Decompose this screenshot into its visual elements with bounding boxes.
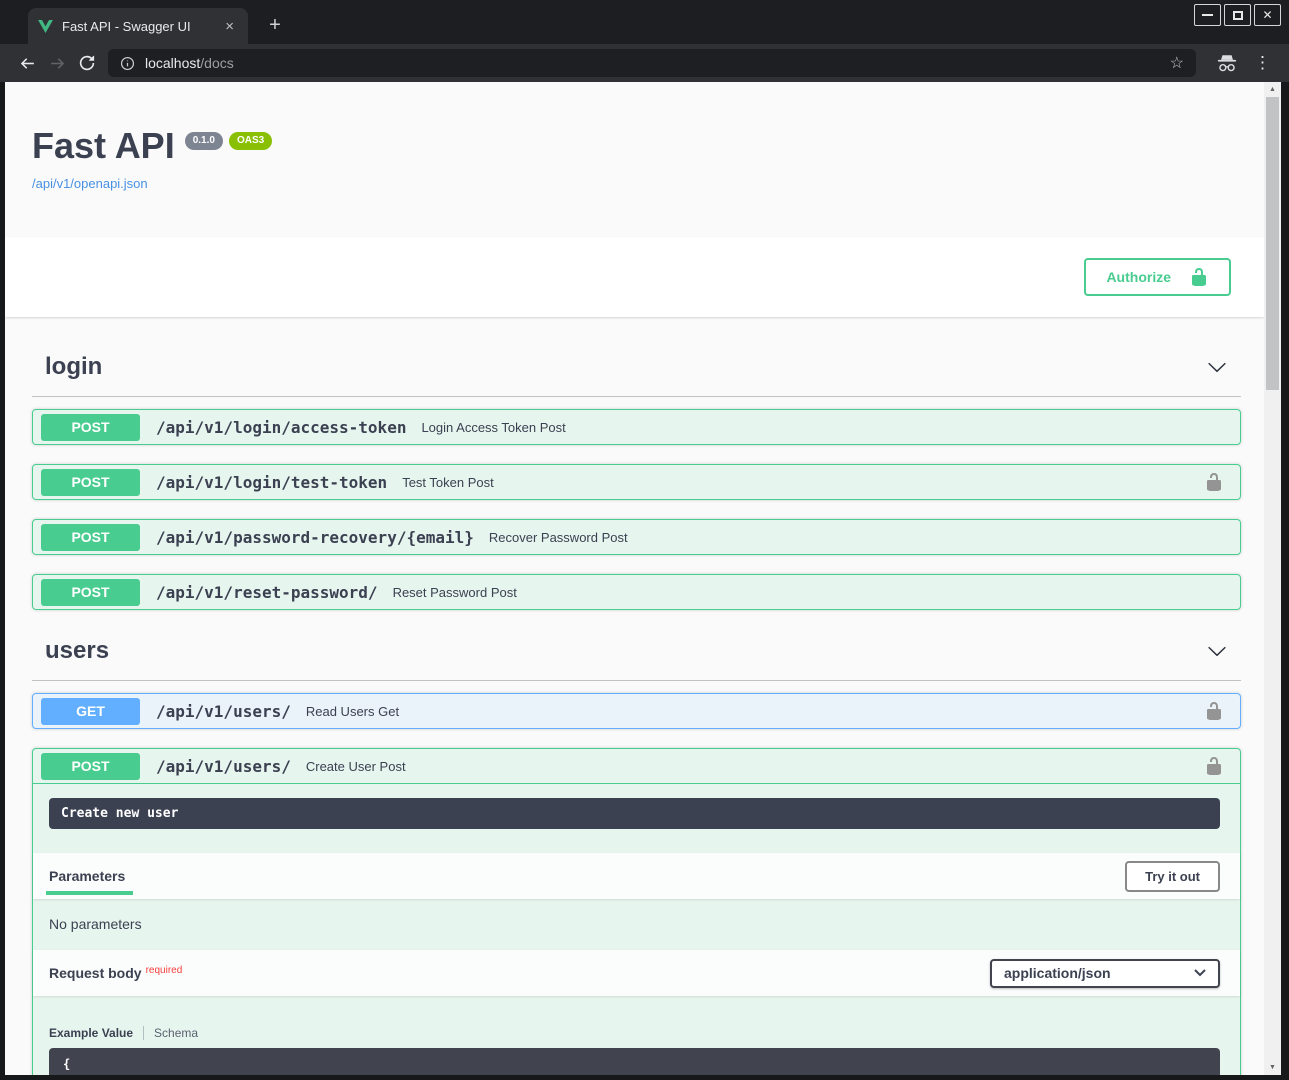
method-badge: POST xyxy=(41,414,140,441)
method-badge: GET xyxy=(41,698,140,725)
auth-lock-button[interactable] xyxy=(1202,699,1226,723)
collapse-chevron-icon[interactable] xyxy=(1203,637,1231,665)
tab-strip: Fast API - Swagger UI × + ✕ xyxy=(0,0,1289,44)
media-type-value: application/json xyxy=(1004,965,1111,981)
unlocked-padlock-icon xyxy=(1189,267,1209,287)
page-title: Fast API xyxy=(32,124,175,168)
minimize-button[interactable] xyxy=(1194,4,1221,26)
new-tab-button[interactable]: + xyxy=(262,12,288,38)
example-schema-tabs: Example Value Schema xyxy=(33,996,1240,1040)
tab-example-value[interactable]: Example Value xyxy=(49,1026,144,1040)
op-path: /api/v1/users/ xyxy=(156,757,291,776)
forward-icon xyxy=(48,54,67,73)
media-type-select[interactable]: application/json xyxy=(990,959,1220,988)
reload-icon xyxy=(78,54,96,72)
page-info-icon[interactable] xyxy=(120,56,135,71)
incognito-icon xyxy=(1216,54,1238,73)
scrollbar-thumb[interactable] xyxy=(1266,97,1279,390)
scroll-down-icon[interactable]: ▼ xyxy=(1264,1060,1281,1075)
reload-button[interactable] xyxy=(72,48,102,78)
scroll-up-icon[interactable]: ▲ xyxy=(1264,82,1281,97)
no-parameters-text: No parameters xyxy=(33,899,1240,950)
required-flag: required xyxy=(142,965,183,976)
tag-section-users[interactable]: users xyxy=(32,617,1241,681)
op-summary: Test Token Post xyxy=(402,475,494,490)
op-summary: Login Access Token Post xyxy=(421,420,565,435)
op-description: Create new user xyxy=(49,798,1220,829)
auth-lock-button[interactable] xyxy=(1202,754,1226,778)
tag-name: users xyxy=(45,637,109,665)
unlocked-padlock-icon xyxy=(1204,472,1224,492)
unlocked-padlock-icon xyxy=(1204,701,1224,721)
method-badge: POST xyxy=(41,469,140,496)
op-login-test-token[interactable]: POST /api/v1/login/test-token Test Token… xyxy=(32,464,1241,500)
example-code-block: { xyxy=(49,1048,1220,1075)
browser-toolbar: localhost/docs ☆ ⋮ xyxy=(0,44,1289,82)
op-path: /api/v1/login/access-token xyxy=(156,418,406,437)
op-reset-password[interactable]: POST /api/v1/reset-password/ Reset Passw… xyxy=(32,574,1241,610)
try-it-out-button[interactable]: Try it out xyxy=(1125,861,1220,892)
browser-tab[interactable]: Fast API - Swagger UI × xyxy=(28,8,248,44)
op-read-users[interactable]: GET /api/v1/users/ Read Users Get xyxy=(32,693,1241,729)
back-icon xyxy=(18,54,37,73)
authorize-label: Authorize xyxy=(1106,269,1171,285)
request-body-header: Request bodyrequired application/json xyxy=(33,950,1240,996)
op-path: /api/v1/password-recovery/{email} xyxy=(156,528,474,547)
maximize-icon xyxy=(1233,11,1243,20)
request-body-label: Request bodyrequired xyxy=(49,965,182,981)
close-button[interactable]: ✕ xyxy=(1254,4,1281,26)
op-create-user-expanded: POST /api/v1/users/ Create User Post Cre… xyxy=(32,748,1241,1075)
url-host: localhost xyxy=(145,55,200,71)
bookmark-star-icon[interactable]: ☆ xyxy=(1170,53,1184,73)
collapse-chevron-icon[interactable] xyxy=(1203,353,1231,381)
method-badge: POST xyxy=(41,524,140,551)
tab-schema[interactable]: Schema xyxy=(144,1026,198,1040)
tag-section-login[interactable]: login xyxy=(32,333,1241,397)
op-login-access-token[interactable]: POST /api/v1/login/access-token Login Ac… xyxy=(32,409,1241,445)
op-create-user-summary[interactable]: POST /api/v1/users/ Create User Post xyxy=(33,749,1240,784)
unlocked-padlock-icon xyxy=(1204,756,1224,776)
maximize-button[interactable] xyxy=(1224,4,1251,26)
browser-menu-button[interactable]: ⋮ xyxy=(1248,53,1277,73)
authorize-button[interactable]: Authorize xyxy=(1084,258,1231,296)
openapi-spec-link[interactable]: /api/v1/openapi.json xyxy=(32,176,148,191)
scrollbar[interactable]: ▲ ▼ xyxy=(1264,82,1281,1075)
back-button[interactable] xyxy=(12,48,42,78)
version-badge: 0.1.0 xyxy=(185,132,223,150)
forward-button[interactable] xyxy=(42,48,72,78)
tag-name: login xyxy=(45,353,102,381)
op-path: /api/v1/users/ xyxy=(156,702,291,721)
tab-close-icon[interactable]: × xyxy=(221,18,238,35)
swagger-page: ▲ ▼ Fast API 0.1.0 OAS3 /api/v1/openapi.… xyxy=(5,82,1281,1075)
op-summary: Create User Post xyxy=(306,759,406,774)
op-summary: Reset Password Post xyxy=(393,585,517,600)
op-summary: Recover Password Post xyxy=(489,530,628,545)
scheme-container: Authorize xyxy=(5,237,1264,317)
op-path: /api/v1/reset-password/ xyxy=(156,583,378,602)
url-bar[interactable]: localhost/docs ☆ xyxy=(108,49,1196,77)
method-badge: POST xyxy=(41,753,140,780)
window-controls: ✕ xyxy=(1194,4,1281,26)
fastapi-favicon-icon xyxy=(38,20,53,33)
op-path: /api/v1/login/test-token xyxy=(156,473,387,492)
op-summary: Read Users Get xyxy=(306,704,399,719)
tab-parameters[interactable]: Parameters xyxy=(49,853,133,899)
op-password-recovery[interactable]: POST /api/v1/password-recovery/{email} R… xyxy=(32,519,1241,555)
parameters-header: Parameters Try it out xyxy=(33,853,1240,899)
auth-lock-button[interactable] xyxy=(1202,470,1226,494)
oas3-badge: OAS3 xyxy=(229,132,272,150)
api-info: Fast API 0.1.0 OAS3 /api/v1/openapi.json xyxy=(5,82,1264,193)
method-badge: POST xyxy=(41,579,140,606)
chevron-down-icon xyxy=(1194,969,1206,977)
minimize-icon xyxy=(1202,14,1213,16)
url-path: /docs xyxy=(200,55,233,71)
tab-title: Fast API - Swagger UI xyxy=(62,19,221,34)
